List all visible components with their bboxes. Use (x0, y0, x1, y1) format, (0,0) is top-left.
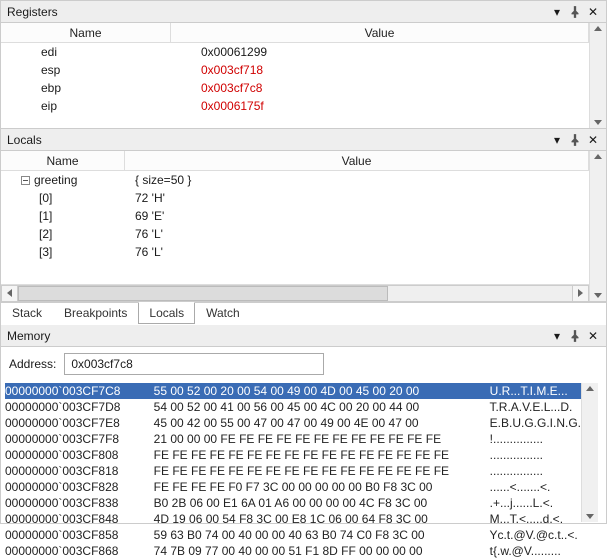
registers-body: edi0x00061299esp0x003cf718ebp0x003cf7c8e… (1, 43, 589, 115)
memory-row[interactable]: 00000000`003CF7F8 21 00 00 00 FE FE FE F… (5, 431, 581, 447)
pin-icon[interactable] (568, 133, 582, 147)
memory-row[interactable]: 00000000`003CF808 FE FE FE FE FE FE FE F… (5, 447, 581, 463)
locals-row-root[interactable]: greeting { size=50 } (1, 171, 589, 189)
memory-title: Memory (7, 329, 550, 343)
locals-col-value[interactable]: Value (125, 151, 589, 170)
address-label: Address: (9, 357, 56, 371)
memory-row[interactable]: 00000000`003CF838 B0 2B 06 00 E1 6A 01 A… (5, 495, 581, 511)
memory-row[interactable]: 00000000`003CF7D8 54 00 52 00 41 00 56 0… (5, 399, 581, 415)
scroll-left-button[interactable] (1, 285, 18, 302)
registers-scrollbar[interactable] (589, 23, 606, 128)
memory-row[interactable]: 00000000`003CF818 FE FE FE FE FE FE FE F… (5, 463, 581, 479)
memory-row[interactable]: 00000000`003CF868 74 7B 09 77 00 40 00 0… (5, 543, 581, 559)
locals-hscrollbar[interactable] (1, 284, 589, 301)
scroll-right-button[interactable] (572, 285, 589, 302)
pin-icon[interactable] (568, 329, 582, 343)
locals-row-child[interactable]: [1]69 'E' (1, 207, 589, 225)
register-row[interactable]: eip0x0006175f (1, 97, 589, 115)
dropdown-icon[interactable]: ▾ (550, 5, 564, 19)
locals-panel: Locals ▾ ✕ Name Value greeting { size=50… (1, 129, 606, 302)
memory-view[interactable]: 00000000`003CF7C8 55 00 52 00 20 00 54 0… (1, 383, 581, 522)
locals-row-child[interactable]: [3]76 'L' (1, 243, 589, 261)
registers-header: Registers ▾ ✕ (1, 1, 606, 23)
dropdown-icon[interactable]: ▾ (550, 133, 564, 147)
locals-scrollbar[interactable] (589, 151, 606, 301)
registers-title: Registers (7, 5, 550, 19)
registers-col-value[interactable]: Value (171, 23, 589, 42)
memory-row[interactable]: 00000000`003CF7C8 55 00 52 00 20 00 54 0… (5, 383, 581, 399)
memory-row[interactable]: 00000000`003CF848 4D 19 06 00 54 F8 3C 0… (5, 511, 581, 527)
registers-col-name[interactable]: Name (1, 23, 171, 42)
collapse-icon[interactable] (21, 176, 30, 185)
close-icon[interactable]: ✕ (586, 329, 600, 343)
register-row[interactable]: edi0x00061299 (1, 43, 589, 61)
locals-row-child[interactable]: [0]72 'H' (1, 189, 589, 207)
memory-row[interactable]: 00000000`003CF858 59 63 B0 74 00 40 00 0… (5, 527, 581, 543)
locals-row-child[interactable]: [2]76 'L' (1, 225, 589, 243)
tab-locals[interactable]: Locals (138, 302, 195, 324)
registers-column-headers: Name Value (1, 23, 589, 43)
locals-col-name[interactable]: Name (1, 151, 125, 170)
address-row: Address: (1, 347, 606, 383)
locals-root-value: { size=50 } (125, 173, 589, 187)
register-row[interactable]: esp0x003cf718 (1, 61, 589, 79)
memory-row[interactable]: 00000000`003CF828 FE FE FE FE F0 F7 3C 0… (5, 479, 581, 495)
tab-breakpoints[interactable]: Breakpoints (53, 303, 138, 324)
address-input[interactable] (64, 353, 324, 375)
tabstrip: StackBreakpointsLocalsWatch (1, 302, 606, 325)
close-icon[interactable]: ✕ (586, 5, 600, 19)
memory-scrollbar[interactable] (581, 383, 598, 522)
close-icon[interactable]: ✕ (586, 133, 600, 147)
memory-row[interactable]: 00000000`003CF7E8 45 00 42 00 55 00 47 0… (5, 415, 581, 431)
memory-panel: Memory ▾ ✕ Address: 00000000`003CF7C8 55… (1, 325, 606, 522)
tab-stack[interactable]: Stack (1, 303, 53, 324)
registers-panel: Registers ▾ ✕ Name Value edi0x00061299es… (1, 1, 606, 129)
locals-column-headers: Name Value (1, 151, 589, 171)
locals-root-name: greeting (34, 173, 77, 187)
register-row[interactable]: ebp0x003cf7c8 (1, 79, 589, 97)
memory-header: Memory ▾ ✕ (1, 325, 606, 347)
locals-title: Locals (7, 133, 550, 147)
dropdown-icon[interactable]: ▾ (550, 329, 564, 343)
pin-icon[interactable] (568, 5, 582, 19)
tab-watch[interactable]: Watch (195, 303, 251, 324)
locals-header: Locals ▾ ✕ (1, 129, 606, 151)
